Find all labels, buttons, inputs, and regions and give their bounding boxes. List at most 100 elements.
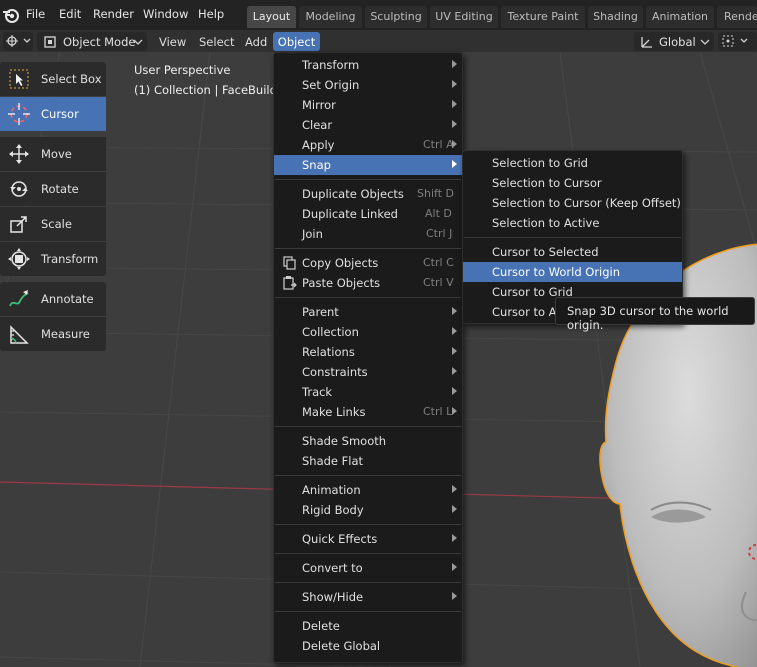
menu-render[interactable]: Render: [93, 7, 134, 21]
menu-separator: [275, 426, 461, 427]
tool-label: Annotate: [41, 292, 94, 306]
chevron-right-icon: [452, 407, 457, 415]
menu-item-join[interactable]: Join Ctrl J: [274, 224, 462, 244]
chevron-right-icon: [452, 327, 457, 335]
snap-item-cursor-to-selected[interactable]: Cursor to Selected: [463, 242, 682, 262]
tab-sculpting[interactable]: Sculpting: [365, 6, 427, 28]
tool-move[interactable]: Move: [0, 137, 106, 171]
menu-item-transform[interactable]: Transform: [274, 55, 462, 75]
snap-item-selection-to-active[interactable]: Selection to Active: [463, 213, 682, 233]
snap-item-selection-to-cursor[interactable]: Selection to Cursor: [463, 173, 682, 193]
header-menu-object[interactable]: Object: [273, 32, 320, 51]
chevron-right-icon: [452, 387, 457, 395]
tab-animation[interactable]: Animation: [646, 6, 714, 28]
header-menu-add[interactable]: Add: [245, 35, 267, 49]
menu-edit[interactable]: Edit: [59, 7, 81, 21]
menu-separator: [464, 237, 681, 238]
menu-item-rigid-body[interactable]: Rigid Body: [274, 500, 462, 520]
menu-item-quick-effects[interactable]: Quick Effects: [274, 529, 462, 549]
chevron-right-icon: [452, 140, 457, 148]
menu-item-apply[interactable]: Apply Ctrl A: [274, 135, 462, 155]
tool-label: Scale: [41, 217, 72, 231]
menu-help[interactable]: Help: [198, 7, 224, 21]
menu-item-mirror[interactable]: Mirror: [274, 95, 462, 115]
menu-separator: [275, 553, 461, 554]
menu-item-clear[interactable]: Clear: [274, 115, 462, 135]
pivot-dropdown[interactable]: [718, 32, 757, 51]
menu-window[interactable]: Window: [143, 7, 188, 21]
menu-item-duplicate-objects[interactable]: Duplicate Objects Shift D: [274, 184, 462, 204]
cursor-icon: [8, 103, 30, 125]
editor-type-button[interactable]: [3, 32, 33, 51]
menu-item-snap[interactable]: Snap: [274, 155, 462, 175]
header-menu-select[interactable]: Select: [199, 35, 234, 49]
scale-icon: [10, 216, 27, 233]
paste-icon: [283, 276, 297, 290]
copy-icon: [283, 256, 296, 270]
chevron-right-icon: [452, 160, 457, 168]
tab-layout[interactable]: Layout: [247, 6, 296, 28]
header-menu-view[interactable]: View: [159, 35, 186, 49]
menu-separator: [275, 475, 461, 476]
viewport-header: Object Mode View Select Add Object Globa…: [0, 30, 757, 52]
blender-logo[interactable]: [2, 6, 20, 24]
menu-item-animation[interactable]: Animation: [274, 480, 462, 500]
chevron-right-icon: [452, 592, 457, 600]
transform-icon: [8, 248, 30, 270]
menu-item-delete-global[interactable]: Delete Global: [274, 636, 462, 656]
tool-label: Move: [41, 147, 72, 161]
annotate-icon: [9, 290, 29, 307]
tab-shading[interactable]: Shading: [588, 6, 643, 28]
tab-rendering[interactable]: Rende: [717, 6, 757, 28]
menu-item-track[interactable]: Track: [274, 382, 462, 402]
menu-item-delete[interactable]: Delete: [274, 616, 462, 636]
menu-item-shade-flat[interactable]: Shade Flat: [274, 451, 462, 471]
tooltip: Snap 3D cursor to the world origin.: [555, 297, 755, 332]
snap-item-selection-to-grid[interactable]: Selection to Grid: [463, 153, 682, 173]
chevron-down-icon: [133, 39, 143, 45]
menu-item-duplicate-linked[interactable]: Duplicate Linked Alt D: [274, 204, 462, 224]
chevron-down-icon: [23, 38, 31, 43]
tab-texture-paint[interactable]: Texture Paint: [501, 6, 585, 28]
menu-item-copy-objects[interactable]: Copy Objects Ctrl C: [274, 253, 462, 273]
tool-label: Measure: [41, 327, 90, 341]
menu-separator: [275, 582, 461, 583]
chevron-right-icon: [452, 534, 457, 542]
menu-item-shade-smooth[interactable]: Shade Smooth: [274, 431, 462, 451]
tab-uv-editing[interactable]: UV Editing: [430, 6, 498, 28]
tool-transform[interactable]: Transform: [0, 242, 106, 276]
menu-separator: [275, 248, 461, 249]
snap-item-selection-to-cursor-keep-offset[interactable]: Selection to Cursor (Keep Offset): [463, 193, 682, 213]
menu-file[interactable]: File: [26, 7, 45, 21]
select-box-icon: [9, 69, 29, 89]
snap-item-cursor-to-world-origin[interactable]: Cursor to World Origin: [463, 262, 682, 282]
menu-item-relations[interactable]: Relations: [274, 342, 462, 362]
tool-cursor[interactable]: Cursor: [0, 97, 106, 131]
object-menu: Transform Set Origin Mirror Clear Apply …: [273, 52, 463, 663]
chevron-right-icon: [452, 505, 457, 513]
tool-rotate[interactable]: Rotate: [0, 172, 106, 206]
tab-modeling[interactable]: Modeling: [299, 6, 362, 28]
menu-item-set-origin[interactable]: Set Origin: [274, 75, 462, 95]
menu-item-constraints[interactable]: Constraints: [274, 362, 462, 382]
chevron-right-icon: [452, 485, 457, 493]
menu-item-parent[interactable]: Parent: [274, 302, 462, 322]
object-mode-icon: [44, 36, 56, 48]
orientation-label: Global: [659, 35, 696, 49]
tool-scale[interactable]: Scale: [0, 207, 106, 241]
orientation-icon: [641, 37, 652, 48]
mode-dropdown[interactable]: Object Mode: [37, 32, 147, 51]
tool-measure[interactable]: Measure: [0, 317, 106, 351]
move-icon: [9, 144, 29, 164]
menu-item-convert-to[interactable]: Convert to: [274, 558, 462, 578]
menu-item-make-links[interactable]: Make Links Ctrl L: [274, 402, 462, 422]
chevron-right-icon: [452, 563, 457, 571]
tool-select-box[interactable]: Select Box: [0, 62, 106, 96]
menu-separator: [275, 179, 461, 180]
menu-item-paste-objects[interactable]: Paste Objects Ctrl V: [274, 273, 462, 293]
tool-annotate[interactable]: Annotate: [0, 282, 106, 316]
transform-orientation-dropdown[interactable]: Global: [634, 32, 714, 51]
menu-item-collection[interactable]: Collection: [274, 322, 462, 342]
chevron-right-icon: [452, 60, 457, 68]
menu-item-show-hide[interactable]: Show/Hide: [274, 587, 462, 607]
